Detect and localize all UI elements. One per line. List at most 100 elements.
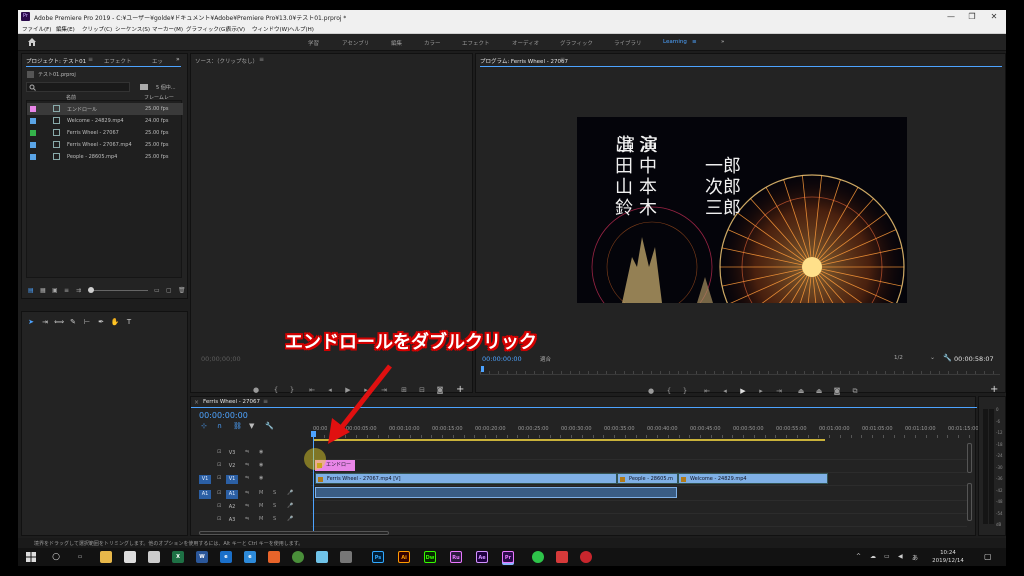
source-insert-icon[interactable]: ⊞ — [399, 386, 409, 394]
workspace-audio[interactable]: オーディオ — [512, 39, 539, 47]
chevron-down-icon[interactable]: ⌄ — [930, 354, 935, 361]
microphone-icon[interactable]: 🎤 — [287, 503, 293, 509]
program-marker-icon[interactable]: ● — [646, 387, 656, 395]
tab-project[interactable]: プロジェクト: テスト01 — [26, 57, 86, 65]
program-in-icon[interactable]: { — [664, 387, 674, 395]
label-color-swatch[interactable] — [30, 154, 36, 160]
tab-sequence[interactable]: Ferris Wheel - 27067 — [203, 399, 260, 405]
program-step-back-icon[interactable]: ◂ — [720, 387, 730, 395]
label-color-swatch[interactable] — [30, 118, 36, 124]
menu-graphic[interactable]: グラフィック(G) — [186, 25, 227, 33]
workspace-editing[interactable]: 編集 — [391, 39, 402, 47]
firefox-icon[interactable] — [268, 551, 280, 563]
record-icon[interactable] — [580, 551, 592, 563]
workspace-learning[interactable]: Learning — [663, 39, 687, 45]
clip-ferris-wheel[interactable]: Ferris Wheel - 27067.mp4 [V] — [315, 473, 617, 484]
audio-clip-a1[interactable] — [315, 487, 677, 498]
menu-file[interactable]: ファイル(F) — [22, 25, 51, 33]
menu-help[interactable]: ヘルプ(H) — [289, 25, 314, 33]
taskbar-app-ai-icon[interactable]: Ai — [398, 551, 410, 563]
mute-icon[interactable]: M — [259, 490, 263, 496]
panel-more-icon[interactable]: » — [176, 56, 180, 63]
microphone-icon[interactable]: 🎤 — [287, 490, 293, 496]
tray-chevron-icon[interactable]: ^ — [856, 553, 861, 560]
track-target-v2[interactable]: V2 — [226, 462, 238, 471]
program-add-button-icon[interactable]: + — [990, 384, 998, 395]
track-target-v1[interactable]: V1 — [226, 475, 238, 484]
freeform-view-icon[interactable]: ▣ — [52, 287, 58, 294]
label-color-swatch[interactable] — [30, 130, 36, 136]
razor-tool-icon[interactable]: ✎ — [68, 317, 78, 327]
source-timecode[interactable]: 00;00;00;00 — [201, 355, 241, 363]
calculator-icon[interactable] — [148, 551, 160, 563]
source-out-icon[interactable]: } — [287, 386, 297, 394]
track-select-tool-icon[interactable]: ⇥ — [40, 317, 50, 327]
lift-icon[interactable]: ⏏ — [796, 387, 806, 395]
project-item[interactable]: Ferris Wheel - 27067 25.00 fps — [27, 127, 183, 139]
compare-view-icon[interactable]: ⧉ — [850, 387, 860, 396]
project-menu-icon[interactable]: ≡ — [88, 56, 93, 63]
track-target-v3[interactable]: V3 — [226, 449, 238, 458]
label-color-swatch[interactable] — [30, 106, 36, 112]
tab-source[interactable]: ソース：（クリップなし） — [195, 57, 258, 65]
program-play-icon[interactable]: ▶ — [738, 387, 748, 395]
pen-tool-icon[interactable]: ✒ — [96, 317, 106, 327]
workspace-more-icon[interactable]: » — [721, 39, 724, 45]
taskbar-app-ru-icon[interactable]: Ru — [450, 551, 462, 563]
eye-icon[interactable]: ◉ — [259, 475, 263, 481]
timeline-menu-icon[interactable]: ≡ — [263, 398, 268, 405]
wrench-icon[interactable]: 🔧 — [943, 354, 952, 362]
automate-icon[interactable]: ⇉ — [76, 287, 81, 294]
program-out-icon[interactable]: } — [680, 387, 690, 395]
source-marker-icon[interactable]: ● — [251, 386, 261, 394]
new-bin-button-icon[interactable]: ▭ — [154, 287, 160, 294]
new-bin-icon[interactable] — [140, 84, 148, 90]
type-tool-icon[interactable]: T — [124, 317, 134, 327]
clip-welcome[interactable]: Welcome - 24829.mp4 — [678, 473, 828, 484]
zoom-slider[interactable] — [88, 290, 148, 291]
workspace-effects[interactable]: エフェクト — [462, 39, 490, 47]
extract-icon[interactable]: ⏏ — [814, 387, 824, 395]
solo-icon[interactable]: S — [273, 516, 276, 522]
clock-date[interactable]: 2019/12/14 — [930, 558, 966, 564]
sync-lock-icon[interactable]: ⇋ — [245, 449, 249, 455]
sync-lock-icon[interactable]: ⇋ — [245, 516, 249, 522]
source-menu-icon[interactable]: ≡ — [259, 56, 264, 63]
source-patch-v1[interactable]: V1 — [199, 475, 211, 484]
menu-sequence[interactable]: シーケンス(S) — [115, 25, 150, 33]
mute-icon[interactable]: M — [259, 516, 263, 522]
tab-effects[interactable]: エフェクト — [104, 57, 132, 65]
menu-marker[interactable]: マーカー(M) — [152, 25, 183, 33]
workspace-libraries[interactable]: ライブラリ — [614, 39, 642, 47]
photos-icon[interactable] — [316, 551, 328, 563]
eye-icon[interactable]: ◉ — [259, 449, 263, 455]
chrome-icon[interactable] — [292, 551, 304, 563]
slip-tool-icon[interactable]: ⊢ — [82, 317, 92, 327]
sync-lock-icon[interactable]: ⇋ — [245, 503, 249, 509]
timeline-settings-icon[interactable]: 🔧 — [265, 422, 274, 430]
source-overwrite-icon[interactable]: ⊟ — [417, 386, 427, 394]
project-search-field[interactable] — [26, 82, 130, 92]
program-video-frame[interactable]: 演 演 出 田 山 鈴 演 中 本 木 一郎 次郎 三郎 — [577, 117, 907, 303]
network-icon[interactable]: ▭ — [884, 553, 890, 560]
cloud-icon[interactable]: ☁ — [870, 553, 876, 560]
playhead-handle[interactable] — [311, 431, 316, 437]
minimize-button[interactable]: — — [940, 11, 962, 23]
ime-icon[interactable]: あ — [912, 553, 918, 562]
sync-lock-icon[interactable]: ⇋ — [245, 490, 249, 496]
nest-icon[interactable]: ⊹ — [201, 422, 207, 430]
sync-lock-icon[interactable]: ⇋ — [245, 462, 249, 468]
workspace-menu-icon[interactable]: ≡ — [692, 39, 697, 45]
time-ruler[interactable]: 00:00 00:00:05:00 00:00:10:00 00:00:15:00 00… — [313, 409, 979, 441]
program-resolution-dropdown[interactable]: 1/2 — [894, 355, 903, 361]
project-search-input[interactable] — [37, 83, 127, 91]
track-target-a3[interactable]: A3 — [226, 516, 238, 525]
add-marker-icon[interactable]: ▼ — [249, 422, 254, 430]
track-target-a1[interactable]: A1 — [226, 490, 238, 499]
tab-program[interactable]: プログラム: Ferris Wheel - 27067 — [480, 57, 568, 65]
tab-more[interactable]: エッ — [152, 57, 163, 65]
notepad-icon[interactable] — [124, 551, 136, 563]
clip-people[interactable]: People - 28605.m — [617, 473, 678, 484]
clock-time[interactable]: 10:24 — [930, 550, 966, 556]
taskbar-app-ae-icon[interactable]: Ae — [476, 551, 488, 563]
